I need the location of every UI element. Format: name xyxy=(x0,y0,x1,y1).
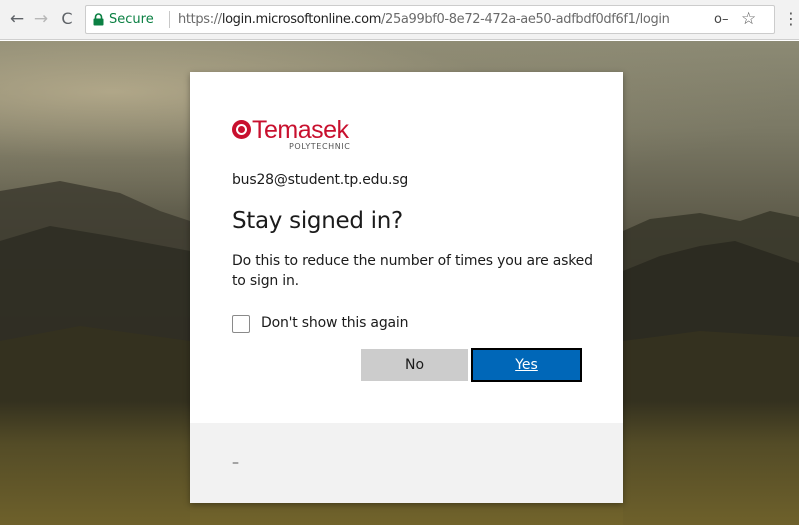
browser-menu-icon[interactable]: ⋮ xyxy=(783,9,799,28)
browser-toolbar: ← → C Secure https://login.microsoftonli… xyxy=(0,0,799,40)
dialog-description: Do this to reduce the number of times yo… xyxy=(232,253,593,289)
temasek-logo: Temasek POLYTECHNIC xyxy=(232,116,372,155)
url-host: login.microsoftonline.com xyxy=(221,12,382,27)
footer-text: – xyxy=(232,455,239,471)
url-scheme: https:// xyxy=(178,12,222,27)
logo-seal-icon xyxy=(232,120,251,139)
logo-wordmark: Temasek xyxy=(252,116,349,144)
forward-arrow-icon[interactable]: → xyxy=(30,8,52,30)
dont-show-again-label[interactable]: Don't show this again xyxy=(261,315,408,331)
address-separator xyxy=(169,11,170,28)
address-bar[interactable]: Secure https://login.microsoftonline.com… xyxy=(85,5,775,34)
lock-icon xyxy=(93,13,104,26)
url-text[interactable]: https://login.microsoftonline.com/25a99b… xyxy=(178,12,670,27)
logo-subtitle: POLYTECHNIC xyxy=(289,142,351,151)
no-button[interactable]: No xyxy=(361,349,468,381)
stay-signed-in-dialog: Temasek POLYTECHNIC bus28@student.tp.edu… xyxy=(190,72,623,503)
dialog-footer: – xyxy=(190,423,623,503)
secure-label: Secure xyxy=(109,12,154,27)
account-email: bus28@student.tp.edu.sg xyxy=(232,172,409,188)
reload-icon[interactable]: C xyxy=(56,8,78,30)
key-icon[interactable]: o– xyxy=(714,12,728,27)
yes-button[interactable]: Yes xyxy=(471,348,582,382)
dont-show-again-checkbox[interactable] xyxy=(232,315,250,333)
back-arrow-icon[interactable]: ← xyxy=(6,8,28,30)
bookmark-star-icon[interactable]: ☆ xyxy=(741,9,756,29)
dialog-title: Stay signed in? xyxy=(232,208,403,234)
url-path: /25a99bf0-8e72-472a-ae50-adfbdf0df6f1/lo… xyxy=(381,12,670,27)
